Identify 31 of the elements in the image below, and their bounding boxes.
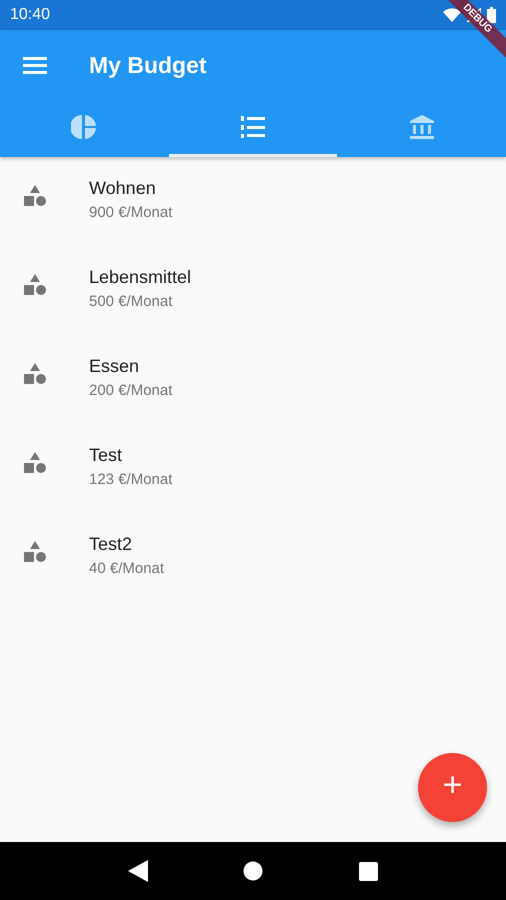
budget-list-item[interactable]: Wohnen 900 €/Monat (0, 157, 506, 246)
budget-name: Lebensmittel (89, 266, 192, 288)
add-button[interactable]: + (418, 753, 487, 822)
category-icon (23, 450, 47, 474)
budget-amount: 900 €/Monat (89, 204, 172, 220)
budget-name: Wohnen (89, 178, 157, 198)
budget-name: Test2 (89, 534, 134, 554)
category-icon (23, 272, 47, 296)
budget-list-item[interactable]: Test 123 €/Monat (0, 424, 506, 513)
back-icon[interactable] (128, 860, 148, 882)
category-icon (23, 184, 47, 208)
budget-amount: 200 €/Monat (89, 382, 172, 398)
numbered-list-icon (240, 115, 266, 139)
budget-amount: 500 €/Monat (89, 292, 174, 310)
budget-amount: 123 €/Monat (89, 470, 172, 488)
budget-list-item[interactable]: Essen 200 €/Monat (0, 335, 506, 424)
category-icon (23, 540, 47, 564)
budget-amount: 40 €/Monat (89, 560, 164, 576)
home-icon[interactable] (243, 861, 264, 881)
budget-list-item[interactable]: Lebensmittel 500 €/Monat (0, 246, 506, 335)
pie-chart-icon (71, 114, 98, 140)
wifi-icon (443, 8, 461, 22)
budget-list-item[interactable]: Test2 40 €/Monat (0, 513, 506, 602)
category-icon (23, 362, 47, 386)
status-time: 10:40 (10, 6, 50, 24)
recents-icon[interactable] (359, 862, 378, 880)
budget-name: Test (89, 444, 124, 466)
bank-icon (408, 114, 435, 140)
menu-icon[interactable] (23, 55, 47, 75)
app-title: My Budget (89, 52, 207, 78)
budget-name: Essen (89, 356, 140, 376)
